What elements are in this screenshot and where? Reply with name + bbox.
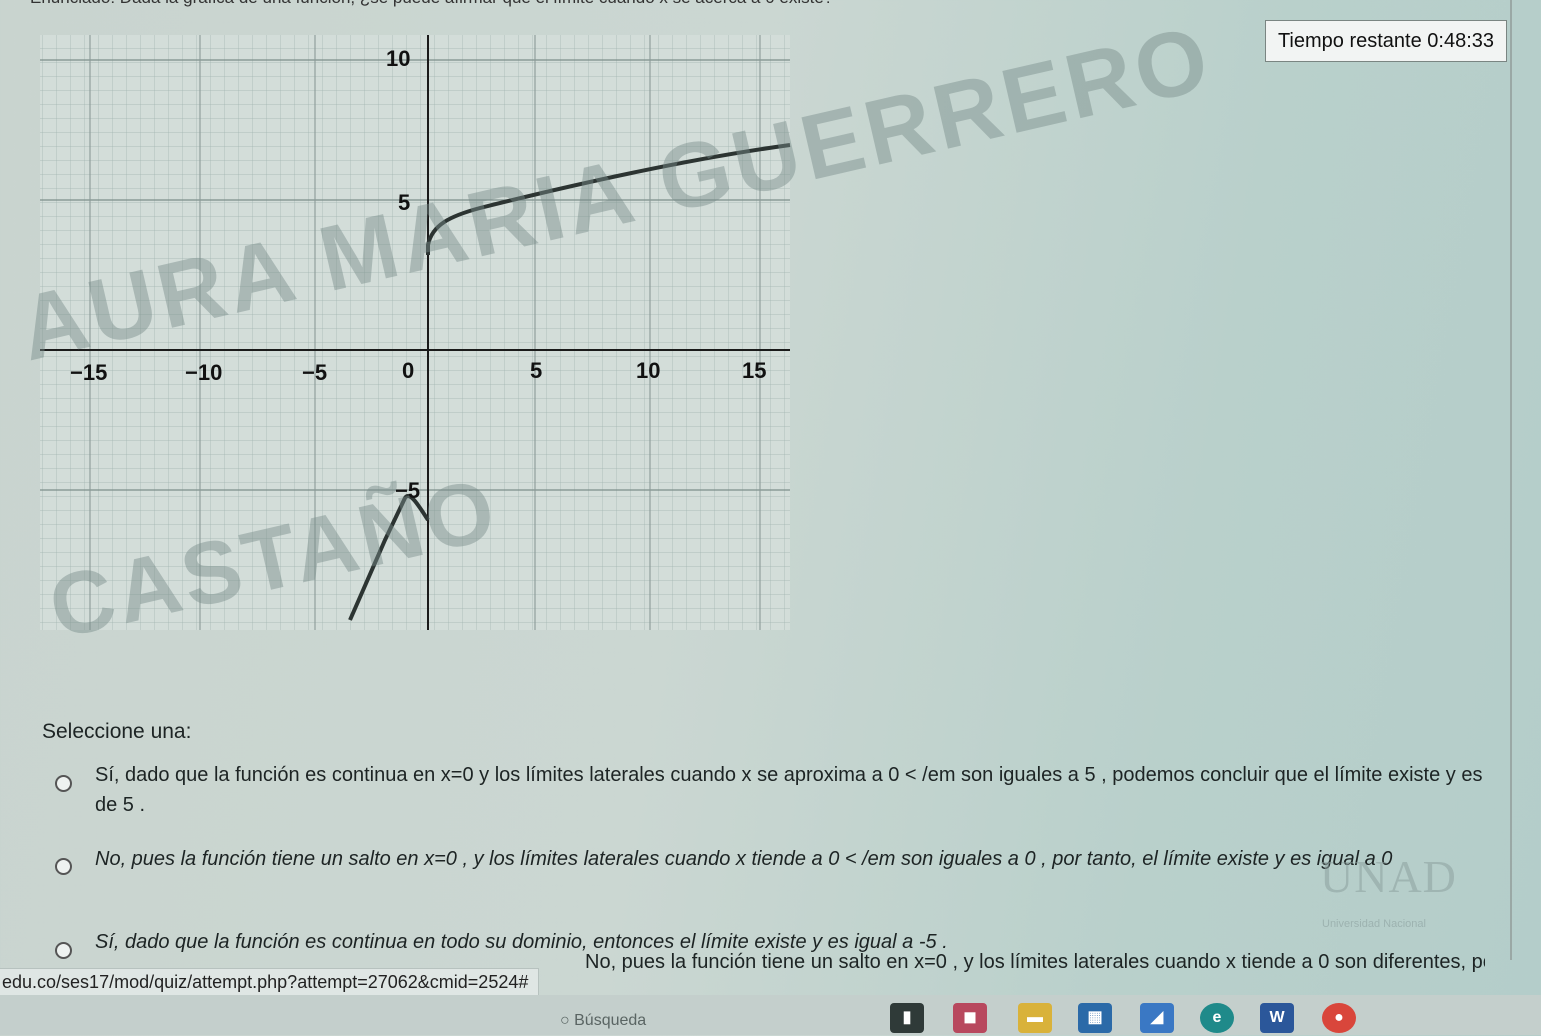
quiz-page: Enunciado: Dada la gráfica de una funció… [0, 0, 1541, 1035]
y-tick-label: 10 [386, 46, 410, 71]
y-tick-label: −5 [395, 478, 420, 503]
timer-value: 0:48:33 [1427, 30, 1495, 52]
timer-label: Tiempo restante [1277, 30, 1422, 52]
status-bar-url: edu.co/ses17/mod/quiz/attempt.php?attemp… [0, 968, 540, 995]
option-text: Sí, dado que la función es continua en x… [95, 764, 1483, 816]
option-text: No, pues la función tiene un salto en x=… [95, 848, 1393, 870]
function-graph: −15 −10 −5 0 5 10 15 10 5 −5 [0, 20, 800, 640]
x-tick-label: 15 [742, 358, 766, 383]
x-tick-label: 5 [530, 358, 542, 383]
app-icon[interactable]: ◢ [1140, 1003, 1174, 1033]
option-text: No, pues la función tiene un salto en x=… [585, 951, 1485, 973]
select-one-label: Seleccione una: [42, 720, 192, 743]
radio-button[interactable] [55, 775, 72, 792]
y-tick-label: 5 [398, 190, 410, 215]
taskbar [0, 995, 1541, 1035]
graph-minor-grid [40, 35, 790, 630]
radio-button[interactable] [55, 858, 72, 875]
unad-logo: UNAD [1320, 851, 1457, 902]
taskview-icon[interactable]: ▮ [890, 1003, 924, 1033]
x-tick-label: −5 [302, 360, 327, 385]
x-tick-label: −15 [70, 360, 107, 385]
x-tick-label: 10 [636, 358, 660, 383]
taskbar-search[interactable]: ○ Búsqueda [560, 1012, 720, 1036]
word-icon[interactable]: W [1260, 1003, 1294, 1033]
taskbar-search-label: Búsqueda [574, 1012, 647, 1029]
chrome-icon[interactable]: ● [1322, 1003, 1356, 1033]
search-icon: ○ [560, 1012, 570, 1029]
store-icon[interactable]: ◼ [953, 1003, 987, 1033]
windows-store-icon[interactable]: ▦ [1078, 1003, 1112, 1033]
x-tick-label: −10 [185, 360, 222, 385]
radio-button[interactable] [55, 942, 72, 959]
file-explorer-icon[interactable]: ▬ [1018, 1003, 1052, 1033]
edge-browser-icon[interactable]: e [1200, 1003, 1234, 1033]
content-border [1510, 0, 1512, 960]
x-tick-label: 0 [402, 358, 414, 383]
graph-svg: −15 −10 −5 0 5 10 15 10 5 −5 [40, 35, 791, 630]
question-statement: Enunciado: Dada la gráfica de una funció… [30, 0, 1130, 10]
unad-logo-subtitle: Universidad Nacional [1322, 918, 1426, 930]
timer-box: Tiempo restante 0:48:33 [1265, 20, 1507, 62]
